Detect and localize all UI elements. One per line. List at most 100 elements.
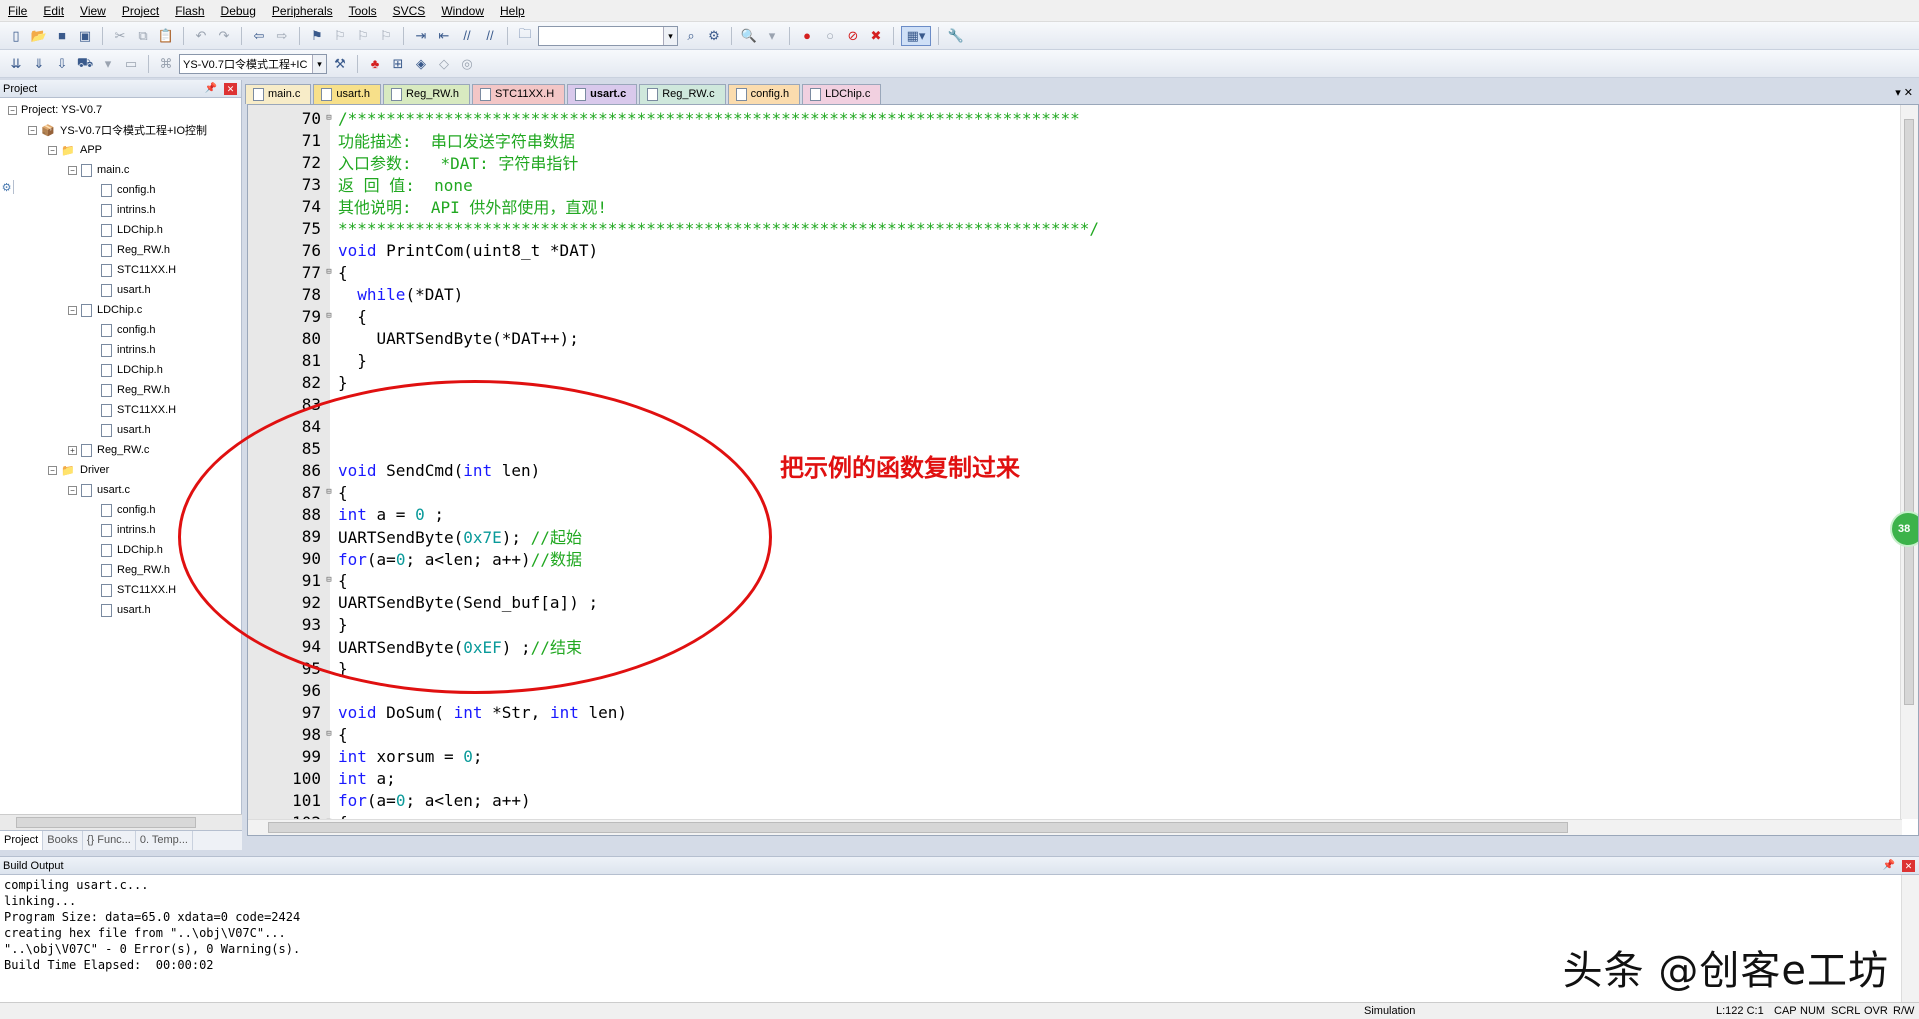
paste-icon[interactable]: 📋 — [156, 26, 176, 46]
tree-item[interactable]: STC11XX.H — [0, 400, 241, 420]
collapse-icon[interactable]: − — [8, 105, 17, 115]
menu-view[interactable]: View — [72, 0, 114, 22]
manage-components-icon[interactable]: ♣ — [365, 54, 385, 74]
rebuild-icon[interactable]: ⇩ — [52, 54, 72, 74]
tree-item[interactable]: intrins.h — [0, 340, 241, 360]
comment-icon[interactable]: // — [457, 26, 477, 46]
tree-item[interactable]: Reg_RW.h — [0, 380, 241, 400]
collapse-icon[interactable]: − — [48, 465, 57, 475]
tree-item[interactable]: + Reg_RW.c — [0, 440, 241, 460]
window-layout-icon[interactable]: ▦▾ — [901, 25, 931, 46]
close-icon[interactable]: ✕ — [224, 83, 237, 95]
build-icon[interactable]: ⇓ — [29, 54, 49, 74]
tree-item[interactable]: − 📦 YS-V0.7口令模式工程+IO控制 — [0, 120, 241, 140]
file-extensions-icon[interactable]: ⊞ — [388, 54, 408, 74]
editor-tab[interactable]: config.h — [727, 84, 801, 104]
tree-item[interactable]: − main.c — [0, 160, 241, 180]
chevron-down-icon[interactable]: ▾ — [98, 54, 118, 74]
chevron-down-icon[interactable]: ▾ — [312, 54, 326, 73]
menu-help[interactable]: Help — [492, 0, 533, 22]
target-select[interactable]: YS-V0.7口令模式工程+IC ▾ — [179, 53, 327, 74]
tree-item[interactable]: usart.h — [0, 420, 241, 440]
editor-tab[interactable]: Reg_RW.h — [383, 84, 471, 104]
undo-icon[interactable]: ↶ — [191, 26, 211, 46]
panel-tab[interactable]: Project — [0, 831, 44, 850]
run-time-env-icon[interactable]: ◎ — [457, 54, 477, 74]
tree-item[interactable]: Reg_RW.h — [0, 240, 241, 260]
bookmark-icon[interactable]: ⚑ — [307, 26, 327, 46]
horizontal-scrollbar[interactable] — [0, 814, 242, 830]
prev-bookmark-icon[interactable]: ⚐ — [330, 26, 350, 46]
fold-toggle-icon[interactable]: ⊟ — [323, 311, 335, 321]
menu-svcs[interactable]: SVCS — [385, 0, 434, 22]
panel-tab[interactable]: Books — [43, 831, 83, 850]
fold-toggle-icon[interactable]: ⊟ — [323, 267, 335, 277]
vertical-scrollbar[interactable] — [1901, 875, 1919, 1003]
editor-tab[interactable]: main.c — [245, 84, 312, 104]
scrollbar-thumb[interactable] — [1904, 119, 1914, 705]
panel-tab[interactable]: 0. Temp... — [136, 831, 193, 850]
menu-window[interactable]: Window — [433, 0, 492, 22]
close-icon[interactable]: ✕ — [1902, 860, 1915, 872]
pin-icon[interactable]: 📌 — [1883, 857, 1895, 875]
stop-build-icon[interactable]: ▭ — [121, 54, 141, 74]
configure-icon[interactable]: 🔧 — [946, 26, 966, 46]
tree-item[interactable]: usart.h — [0, 280, 241, 300]
new-file-icon[interactable]: ▯ — [6, 26, 26, 46]
panel-tab[interactable]: {} Func... — [83, 831, 136, 850]
unindent-icon[interactable]: ⇤ — [434, 26, 454, 46]
copy-icon[interactable]: ⧉ — [133, 26, 153, 46]
tab-menu-icon[interactable]: ▾ ✕ — [1895, 86, 1913, 99]
tree-item[interactable]: LDChip.h — [0, 220, 241, 240]
menu-edit[interactable]: Edit — [35, 0, 72, 22]
nav-back-icon[interactable]: ⇦ — [249, 26, 269, 46]
fold-toggle-icon[interactable]: ⊟ — [323, 113, 335, 123]
collapse-icon[interactable]: − — [48, 145, 57, 155]
tree-item[interactable]: config.h — [0, 180, 241, 200]
nav-forward-icon[interactable]: ⇨ — [272, 26, 292, 46]
editor-tab[interactable]: Reg_RW.c — [639, 84, 726, 104]
menu-flash[interactable]: Flash — [167, 0, 212, 22]
next-bookmark-icon[interactable]: ⚐ — [353, 26, 373, 46]
tree-item[interactable]: − LDChip.c — [0, 300, 241, 320]
chevron-down-icon[interactable]: ▾ — [762, 26, 782, 46]
scrollbar-thumb[interactable] — [16, 817, 196, 828]
batch-build-icon[interactable]: ⌘ — [156, 54, 176, 74]
fold-toggle-icon[interactable]: ⊟ — [323, 729, 335, 739]
chevron-down-icon[interactable]: ▾ — [663, 26, 677, 45]
open-file-icon[interactable]: 📂 — [29, 26, 49, 46]
redo-icon[interactable]: ↷ — [214, 26, 234, 46]
save-all-icon[interactable]: ▣ — [75, 26, 95, 46]
editor-tab[interactable]: usart.c — [567, 84, 638, 104]
pack-installer-icon[interactable]: ◇ — [434, 54, 454, 74]
tree-item[interactable]: − ⚙ Project: YS-V0.7 — [0, 100, 241, 194]
save-icon[interactable]: ■ — [52, 26, 72, 46]
editor-tab[interactable]: STC11XX.H — [472, 84, 566, 104]
editor-tab[interactable]: LDChip.c — [802, 84, 882, 104]
floating-badge[interactable]: 38 — [1890, 511, 1918, 547]
tree-item[interactable]: config.h — [0, 320, 241, 340]
translate-icon[interactable]: ⇊ — [6, 54, 26, 74]
menu-file[interactable]: File — [0, 0, 35, 22]
vertical-scrollbar[interactable] — [1900, 105, 1918, 819]
breakpoint-icon[interactable]: ● — [797, 26, 817, 46]
find-in-files-icon[interactable]: 🗀 — [515, 26, 535, 46]
find-icon[interactable]: ⌕ — [681, 26, 701, 46]
disable-all-breakpoints-icon[interactable]: ⊘ — [843, 26, 863, 46]
menu-project[interactable]: Project — [114, 0, 167, 22]
tree-item[interactable]: LDChip.h — [0, 360, 241, 380]
collapse-icon[interactable]: − — [28, 125, 37, 135]
tree-item[interactable]: STC11XX.H — [0, 260, 241, 280]
disable-breakpoint-icon[interactable]: ○ — [820, 26, 840, 46]
tree-item[interactable]: intrins.h — [0, 200, 241, 220]
indent-icon[interactable]: ⇥ — [411, 26, 431, 46]
menu-peripherals[interactable]: Peripherals — [264, 0, 341, 22]
kill-breakpoints-icon[interactable]: ✖ — [866, 26, 886, 46]
incremental-find-icon[interactable]: ⚙ — [704, 26, 724, 46]
cut-icon[interactable]: ✂ — [110, 26, 130, 46]
horizontal-scrollbar[interactable] — [248, 819, 1902, 835]
scrollbar-thumb[interactable] — [268, 822, 1568, 833]
clear-bookmarks-icon[interactable]: ⚐ — [376, 26, 396, 46]
collapse-icon[interactable]: − — [68, 165, 77, 175]
download-icon[interactable]: ⛟ — [75, 54, 95, 74]
